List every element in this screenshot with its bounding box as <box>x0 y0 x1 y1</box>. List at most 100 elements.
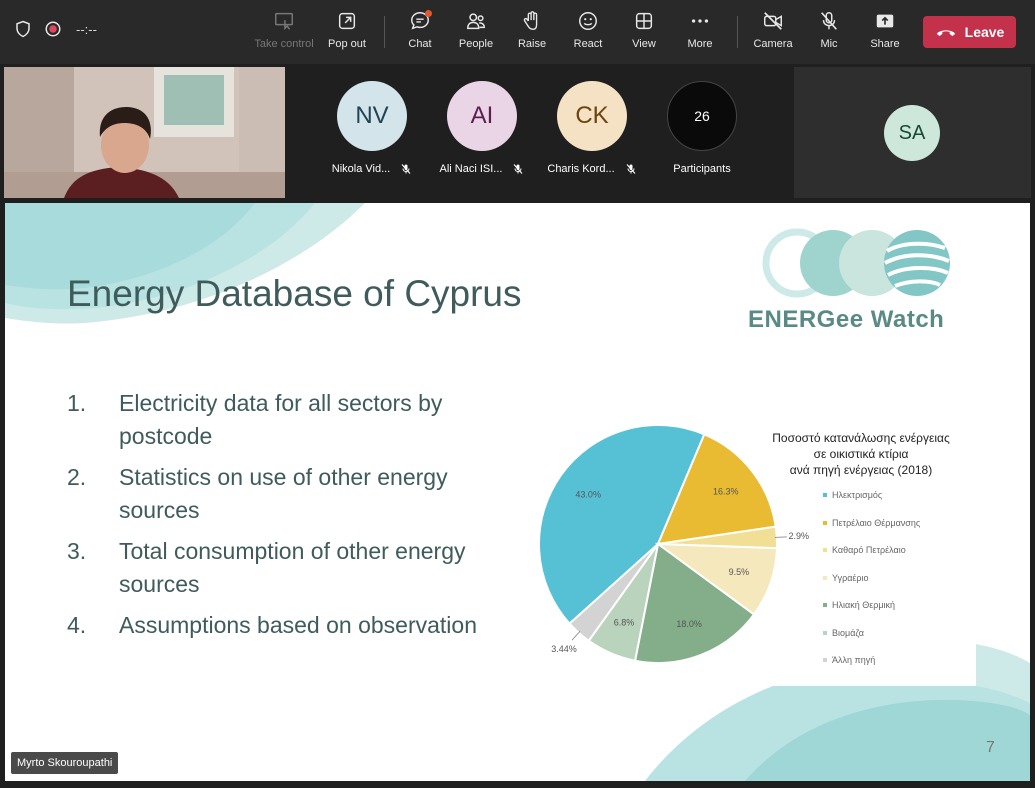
legend-swatch <box>823 658 827 662</box>
participant-video-image <box>4 67 285 198</box>
participant-tile-sa[interactable]: SA <box>794 67 1031 198</box>
list-item-text: Statistics on use of other energy source… <box>119 464 448 523</box>
view-button[interactable]: View <box>614 10 674 56</box>
share-label: Share <box>870 38 900 50</box>
smiley-icon <box>579 12 597 30</box>
mic-off-icon <box>821 12 837 30</box>
legend-label: Καθαρό Πετρέλαιο <box>832 545 906 555</box>
raise-label: Raise <box>517 38 547 50</box>
chart-title-line: σε οικιστικά κτίρια <box>813 447 909 461</box>
chart-title-line: Ποσοστό κατανάλωσης ενέργειας <box>772 431 950 445</box>
pie-data-label: 18.0% <box>676 619 702 629</box>
legend-swatch <box>823 548 827 552</box>
legend-swatch <box>823 493 827 497</box>
participant-name: Ali Naci ISI... <box>439 163 503 175</box>
avatar: AI <box>447 81 517 151</box>
legend-label: Βιομάζα <box>832 627 864 638</box>
participant-tile[interactable]: NV Nikola Vid... <box>322 81 422 175</box>
list-item-text: Electricity data for all sectors by post… <box>119 390 443 449</box>
chart-legend: Ηλεκτρισμός Πετρέλαιο Θέρμανσης Καθαρό Π… <box>823 490 920 683</box>
participants-count-label-row: Participants <box>652 163 752 175</box>
meeting-window: --:-- Take control Pop out Chat People R… <box>0 0 1035 788</box>
pie-label-leader <box>774 536 787 539</box>
participant-tile[interactable]: CK Charis Kord... <box>542 81 642 175</box>
legend-swatch <box>823 520 827 525</box>
more-button[interactable]: More <box>670 10 730 56</box>
presenter-name-tag: Myrto Skouroupathi <box>11 752 119 774</box>
avatar: NV <box>337 81 407 151</box>
slide-bullet-list: 1. Electricity data for all sectors by po… <box>67 387 497 650</box>
pie-data-label: 9.5% <box>729 567 750 577</box>
participants-count-badge: 26 <box>667 81 737 151</box>
react-button[interactable]: React <box>558 10 618 56</box>
participant-tile[interactable]: AI Ali Naci ISI... <box>432 81 532 175</box>
hang-up-icon <box>936 30 955 37</box>
mic-label: Mic <box>820 38 838 50</box>
participant-name-row: Charis Kord... <box>542 163 642 175</box>
take-control-icon <box>275 12 293 31</box>
participant-name-row: Nikola Vid... <box>322 163 422 175</box>
list-item: 3. Total consumption of other energy sour… <box>67 535 497 601</box>
list-item: 4. Assumptions based on observation <box>67 609 497 642</box>
legend-item: Βιομάζα <box>823 628 920 656</box>
legend-item: Υγραέριο <box>823 573 920 601</box>
pie-chart: 43.0% 16.3% 2.9% 9.5% 18.0% 6.8% 3.44% Ποσοστό… <box>526 420 976 686</box>
legend-item: Ηλιακή Θερμική <box>823 600 920 628</box>
legend-item: Πετρέλαιο Θέρμανσης <box>823 518 920 546</box>
legend-item: Ηλεκτρισμός <box>823 490 920 518</box>
react-label: React <box>573 38 603 50</box>
chat-button[interactable]: Chat <box>390 10 450 56</box>
camera-label: Camera <box>753 38 793 50</box>
toolbar-divider <box>384 16 385 48</box>
participant-name: Nikola Vid... <box>331 163 391 175</box>
share-button[interactable]: Share <box>855 10 915 56</box>
list-item-text: Total consumption of other energy source… <box>119 538 466 597</box>
brand-logo-text: ENERGee Watch <box>748 306 945 333</box>
participants-overflow-tile[interactable]: 26 Participants <box>652 81 752 175</box>
slide-page-number: 7 <box>986 739 995 756</box>
shared-slide: Energy Database of Cyprus ENERGee Watch … <box>5 203 1030 781</box>
list-item: 2. Statistics on use of other energy sour… <box>67 461 497 527</box>
mic-off-icon <box>626 164 636 174</box>
chart-title: Ποσοστό κατανάλωσης ενέργειας σε οικιστι… <box>756 430 966 478</box>
legend-swatch <box>823 630 827 635</box>
participant-name-row: Ali Naci ISI... <box>432 163 532 175</box>
legend-label: Υγραέριο <box>832 572 869 583</box>
leave-label: Leave <box>964 24 1005 40</box>
pie-data-label: 2.9% <box>789 531 810 541</box>
pop-out-icon <box>338 12 356 30</box>
legend-item: Άλλη πηγή <box>823 655 920 683</box>
leave-button[interactable]: Leave <box>923 16 1016 48</box>
more-dots-icon <box>691 19 709 23</box>
avatar: SA <box>884 105 940 161</box>
participants-count-label: Participants <box>673 163 731 175</box>
participant-video-tile[interactable] <box>4 67 285 198</box>
pie-data-label: 6.8% <box>614 618 635 628</box>
meeting-toolbar: --:-- Take control Pop out Chat People R… <box>0 0 1035 64</box>
list-item-number: 3. <box>67 538 87 564</box>
meeting-status: --:-- <box>14 20 97 38</box>
list-item-number: 4. <box>67 612 87 638</box>
legend-label: Άλλη πηγή <box>832 655 876 665</box>
chat-label: Chat <box>408 38 432 50</box>
pop-out-button[interactable]: Pop out <box>317 10 377 56</box>
people-icon <box>467 13 485 30</box>
mic-off-icon <box>401 164 411 174</box>
legend-item: Καθαρό Πετρέλαιο <box>823 545 920 573</box>
people-button[interactable]: People <box>446 10 506 56</box>
mic-button[interactable]: Mic <box>799 10 859 56</box>
list-item-text: Assumptions based on observation <box>119 612 477 638</box>
recording-icon <box>45 21 61 37</box>
pie-label-leader <box>571 630 581 641</box>
chart-title-line: ανά πηγή ενέργειας (2018) <box>789 463 933 477</box>
mic-off-icon <box>514 164 523 174</box>
participant-strip: NV Nikola Vid... AI Ali Naci ISI... CK C… <box>0 64 1035 202</box>
raise-hand-button[interactable]: Raise <box>502 10 562 56</box>
shield-icon[interactable] <box>14 20 32 38</box>
list-item-number: 2. <box>67 464 87 490</box>
camera-off-icon <box>764 12 782 30</box>
pie-data-label: 16.3% <box>713 487 739 497</box>
hand-icon <box>523 11 538 30</box>
camera-button[interactable]: Camera <box>743 10 803 56</box>
take-control-button[interactable]: Take control <box>254 10 314 56</box>
